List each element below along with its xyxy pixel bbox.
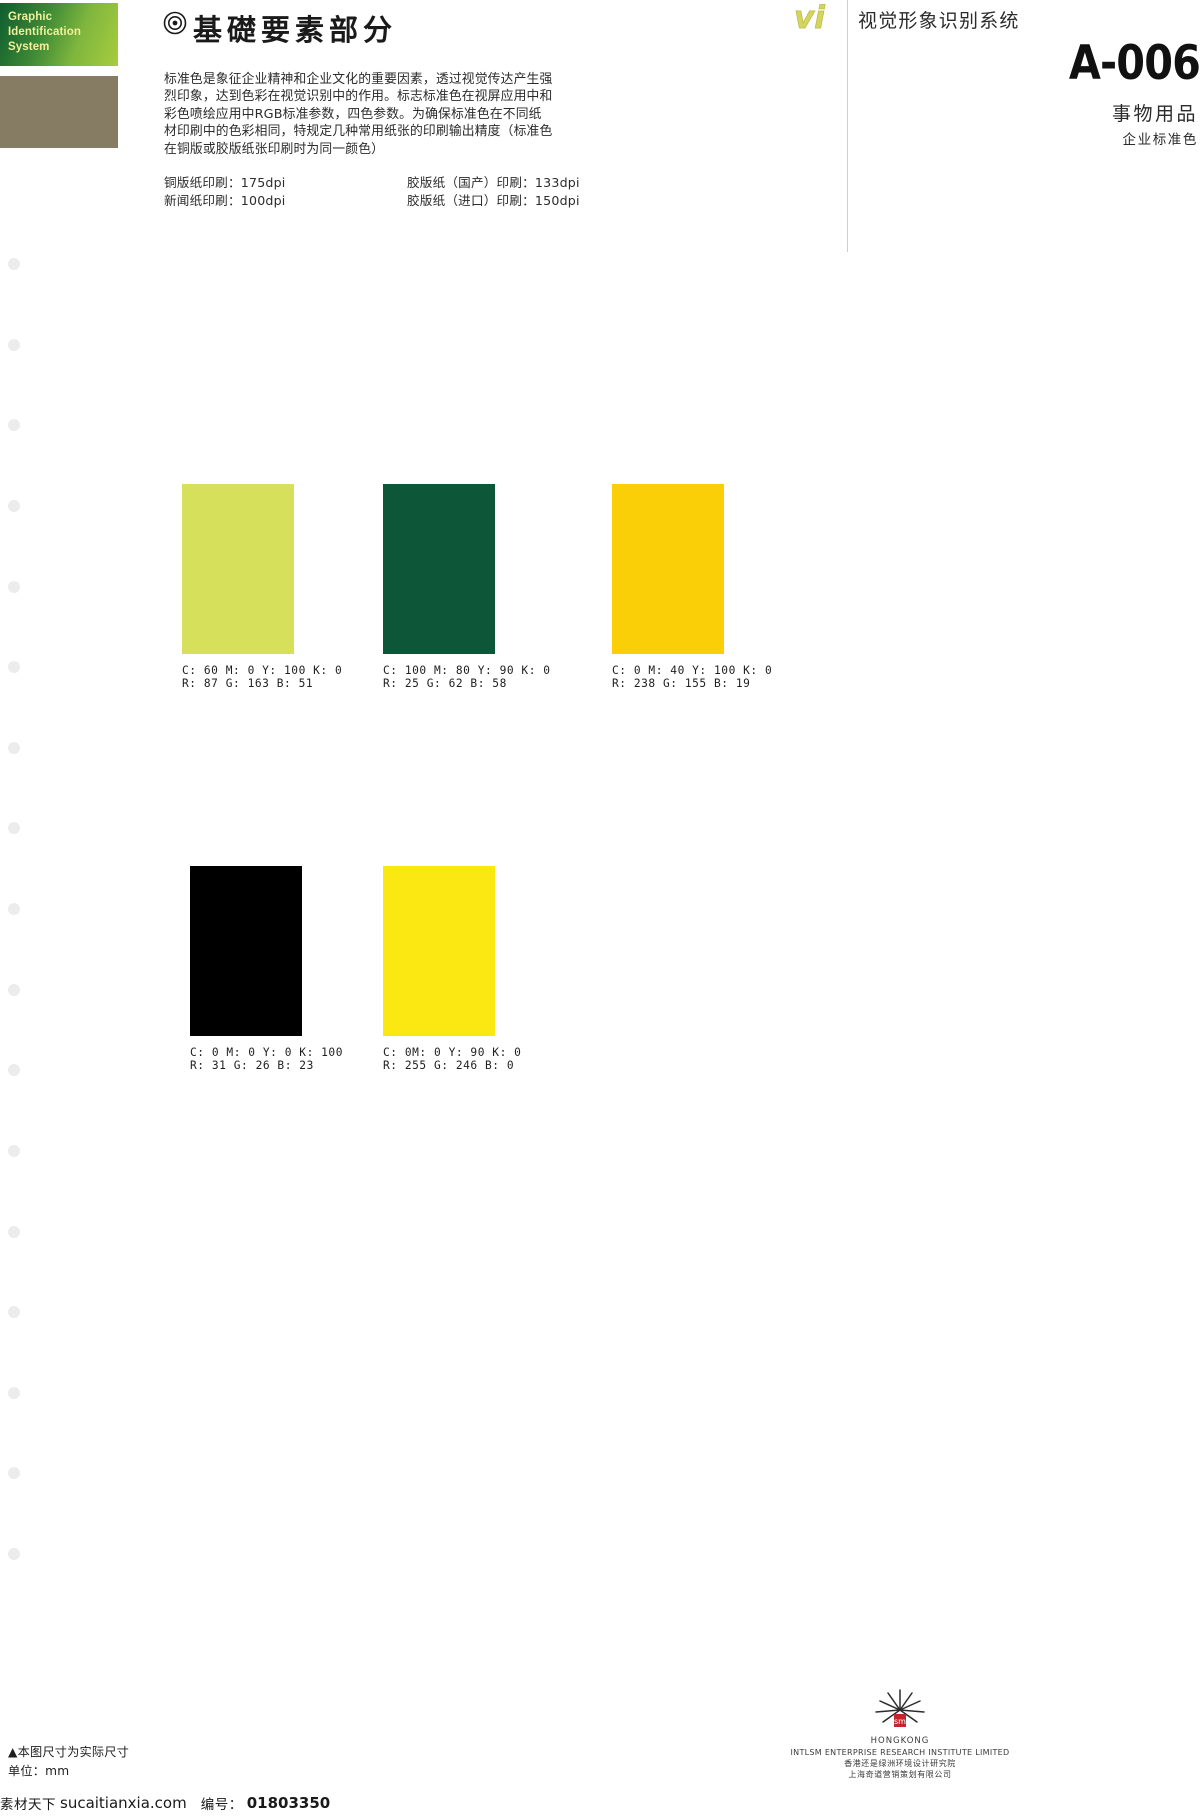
graphic-identification-system-badge: Graphic Identification System	[0, 3, 118, 66]
cmyk-value: C: 60 M: 0 Y: 100 K: 0	[182, 664, 343, 677]
company-name-en: INTLSM ENTERPRISE RESEARCH INSTITUTE LIM…	[790, 1748, 1010, 1757]
watermark-id-label: 编号：	[200, 1797, 243, 1813]
intro-line: 材印刷中的色彩相同，特规定几种常用纸张的印刷输出精度（标准色	[164, 124, 553, 140]
page-subject: 事物用品	[1111, 103, 1198, 125]
punch-hole	[8, 903, 20, 915]
page-code: A-006	[1068, 36, 1200, 91]
punch-hole	[8, 1064, 20, 1077]
vi-system-label: 视觉形象识别系统	[858, 10, 1020, 32]
svg-text:sm: sm	[894, 1717, 906, 1726]
badge-line-1: Graphic	[8, 11, 53, 23]
swatch-black-chip	[190, 866, 302, 1036]
punch-hole	[8, 1306, 20, 1319]
rgb-value: R: 25 G: 62 B: 58	[383, 677, 507, 691]
company-name-cn-1: 香港还是绿洲环境设计研究院	[844, 1759, 956, 1768]
punch-hole	[8, 580, 20, 593]
cmyk-value: C: 0 M: 40 Y: 100 K: 0	[612, 664, 773, 677]
header-vertical-divider	[847, 0, 848, 252]
actual-size-note: ▲本图尺寸为实际尺寸	[8, 1745, 130, 1759]
intro-line: 烈印象，达到色彩在视觉识别中的作用。标志标准色在视屏应用中和	[164, 89, 553, 105]
dpi-cell-right: 胶版纸（进口）印刷：150dpi	[407, 193, 580, 208]
badge-line-3: System	[8, 41, 50, 53]
dpi-cell-left: 新闻纸印刷：100dpi	[164, 193, 286, 208]
intro-paragraph: 标准色是象征企业精神和企业文化的重要因素，透过视觉传达产生强 烈印象，达到色彩在…	[164, 71, 644, 158]
cmyk-value: C: 100 M: 80 Y: 90 K: 0	[383, 664, 551, 677]
company-name-cn-2: 上海奇道营销策划有限公司	[848, 1770, 952, 1779]
rgb-value: R: 31 G: 26 B: 23	[190, 1059, 314, 1073]
swatch-yellow-green-values: C: 60 M: 0 Y: 100 K: 0 R: 87 G: 163 B: 51	[182, 664, 342, 691]
rgb-value: R: 255 G: 246 B: 0	[383, 1059, 515, 1073]
swatch-yellow-green: C: 60 M: 0 Y: 100 K: 0 R: 87 G: 163 B: 51	[182, 484, 342, 691]
swatch-bright-yellow: C: 0M: 0 Y: 90 K: 0 R: 255 G: 246 B: 0	[383, 866, 521, 1073]
punch-hole	[8, 419, 20, 432]
swatch-golden-yellow-values: C: 0 M: 40 Y: 100 K: 0 R: 238 G: 155 B: 1…	[612, 664, 772, 691]
punch-hole	[8, 258, 20, 270]
swatch-black: C: 0 M: 0 Y: 0 K: 100 R: 31 G: 26 B: 23	[190, 866, 343, 1073]
target-icon	[163, 11, 187, 35]
punch-hole	[8, 1225, 20, 1238]
footer-note: ▲本图尺寸为实际尺寸 单位：mm	[8, 1744, 129, 1780]
watermark-id-value: 01803350	[246, 1794, 331, 1812]
page-title: 基礎要素部分	[193, 13, 398, 47]
swatch-dark-green-chip	[383, 484, 495, 654]
punch-hole	[8, 1548, 20, 1560]
punch-hole	[8, 741, 20, 754]
page-topic: 企业标准色	[1122, 132, 1198, 148]
swatch-black-values: C: 0 M: 0 Y: 0 K: 100 R: 31 G: 26 B: 23	[190, 1046, 343, 1073]
rgb-value: R: 87 G: 163 B: 51	[182, 677, 314, 691]
swatch-dark-green: C: 100 M: 80 Y: 90 K: 0 R: 25 G: 62 B: 58	[383, 484, 551, 691]
intro-line: 标准色是象征企业精神和企业文化的重要因素，透过视觉传达产生强	[164, 72, 553, 87]
swatch-dark-green-values: C: 100 M: 80 Y: 90 K: 0 R: 25 G: 62 B: 58	[383, 664, 551, 691]
punch-hole	[8, 822, 20, 835]
rgb-value: R: 238 G: 155 B: 19	[612, 677, 751, 691]
dpi-cell-left: 铜版纸印刷：175dpi	[164, 175, 286, 190]
brown-color-block	[0, 76, 118, 148]
dpi-row: 新闻纸印刷：100dpi 胶版纸（进口）印刷：150dpi	[164, 192, 644, 210]
watermark-site: sucaitianxia.com	[60, 1794, 187, 1812]
company-footer: sm HONGKONG INTLSM ENTERPRISE RESEARCH I…	[650, 1688, 1150, 1780]
punch-hole	[8, 1144, 20, 1157]
dpi-spec-table: 铜版纸印刷：175dpi 胶版纸（国产）印刷：133dpi 新闻纸印刷：100d…	[164, 174, 644, 210]
svg-text:vi: vi	[794, 2, 825, 34]
dpi-cell-right: 胶版纸（国产）印刷：133dpi	[407, 175, 580, 190]
punch-hole	[8, 983, 20, 996]
color-swatch-grid: C: 60 M: 0 Y: 100 K: 0 R: 87 G: 163 B: 51…	[0, 0, 1200, 1818]
starburst-logo-icon: sm	[875, 1689, 925, 1727]
watermark-bar: 素材天下 sucaitianxia.com 编号： 01803350	[0, 1788, 1200, 1818]
punch-hole	[8, 499, 20, 512]
vi-logo-icon: vi	[794, 2, 826, 34]
company-region: HONGKONG	[870, 1736, 930, 1746]
swatch-yellow-green-chip	[182, 484, 294, 654]
punch-hole	[8, 338, 20, 351]
binder-punch-holes	[8, 258, 24, 1560]
intro-line: 在铜版或胶版纸张印刷时为同一颜色）	[164, 141, 385, 157]
swatch-bright-yellow-chip	[383, 866, 495, 1036]
swatch-golden-yellow: C: 0 M: 40 Y: 100 K: 0 R: 238 G: 155 B: 1…	[612, 484, 772, 691]
punch-hole	[8, 1467, 20, 1480]
cmyk-value: C: 0M: 0 Y: 90 K: 0	[383, 1046, 522, 1059]
swatch-golden-yellow-chip	[612, 484, 724, 654]
unit-note: 单位：mm	[8, 1764, 70, 1778]
dpi-row: 铜版纸印刷：175dpi 胶版纸（国产）印刷：133dpi	[164, 174, 644, 192]
intro-line: 彩色喷绘应用中RGB标准参数，四色参数。为确保标准色在不同纸	[164, 106, 542, 122]
badge-line-2: Identification	[8, 26, 81, 38]
watermark-label: 素材天下	[0, 1797, 56, 1813]
punch-hole	[8, 661, 20, 674]
punch-hole	[8, 1386, 20, 1399]
swatch-bright-yellow-values: C: 0M: 0 Y: 90 K: 0 R: 255 G: 246 B: 0	[383, 1046, 521, 1073]
cmyk-value: C: 0 M: 0 Y: 0 K: 100	[190, 1046, 343, 1059]
